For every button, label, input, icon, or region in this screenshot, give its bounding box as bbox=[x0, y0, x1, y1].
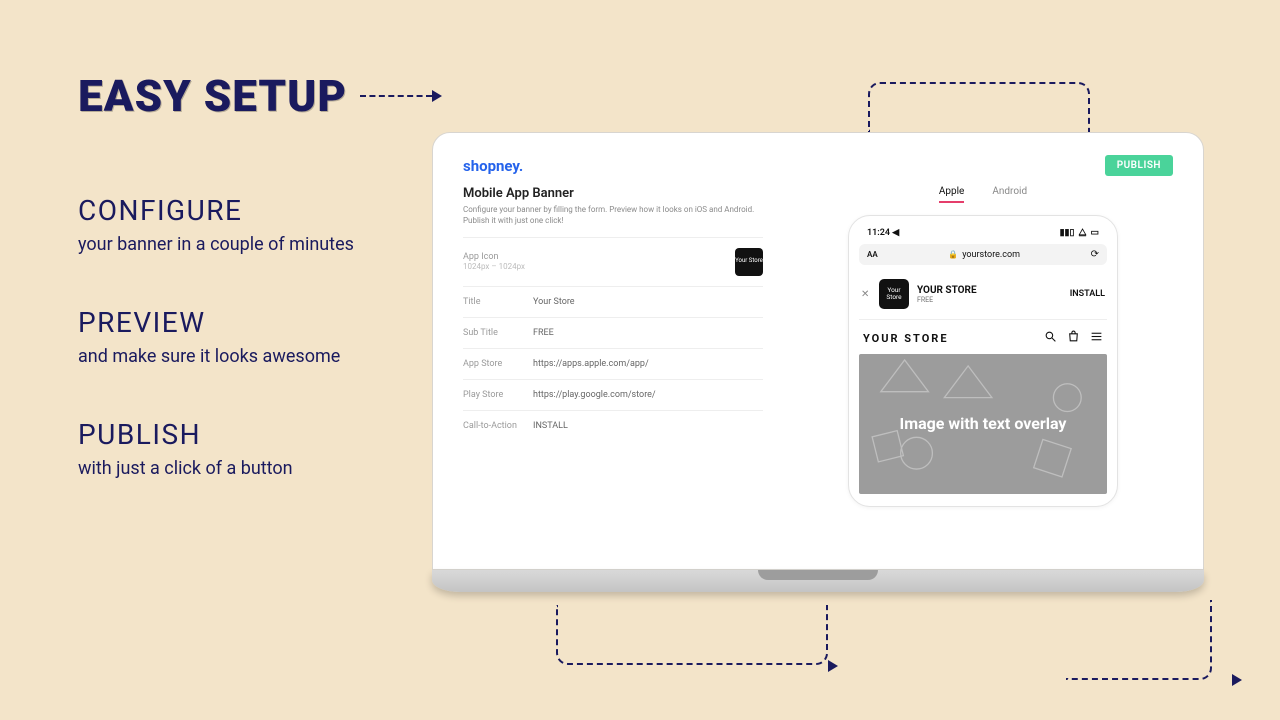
arrow-dash-top bbox=[360, 95, 432, 97]
arrow-dash-top-right bbox=[868, 82, 1090, 132]
step-publish-desc: with just a click of a button bbox=[78, 455, 388, 482]
menu-icon[interactable] bbox=[1090, 330, 1103, 346]
field-hint: 1024px – 1024px bbox=[463, 262, 533, 271]
app-icon-thumb[interactable]: Your Store bbox=[735, 248, 763, 276]
field-app-icon[interactable]: App Icon 1024px – 1024px Your Store bbox=[463, 237, 763, 286]
status-time: 11:24 ◀ bbox=[867, 228, 899, 238]
field-value[interactable]: FREE bbox=[533, 328, 763, 338]
field-label: Sub Title bbox=[463, 328, 533, 338]
text-size-icon[interactable]: AA bbox=[867, 250, 878, 259]
banner-title: YOUR STORE bbox=[917, 285, 1062, 296]
banner-app-icon: Your Store bbox=[879, 279, 909, 309]
lock-icon: 🔒 bbox=[948, 250, 958, 259]
brand-logo: shopney. bbox=[463, 157, 523, 175]
battery-icon: ▭ bbox=[1090, 228, 1099, 238]
field-value[interactable]: https://play.google.com/store/ bbox=[533, 390, 763, 400]
signal-icon: ▮▮▯ bbox=[1060, 228, 1075, 238]
config-panel: Mobile App Banner Configure your banner … bbox=[463, 186, 763, 556]
step-configure-title: CONFIGURE bbox=[78, 194, 388, 227]
arrow-tip-icon bbox=[432, 90, 442, 102]
arrow-dash-bottom-right bbox=[1066, 600, 1212, 680]
wifi-icon: ⧋ bbox=[1078, 228, 1086, 238]
phone-frame: 11:24 ◀ ▮▮▯ ⧋ ▭ AA 🔒 yourstore.com bbox=[848, 215, 1118, 507]
step-publish-title: PUBLISH bbox=[78, 418, 388, 451]
storefront-header: YOUR STORE bbox=[859, 330, 1107, 354]
field-value[interactable]: https://apps.apple.com/app/ bbox=[533, 359, 763, 369]
app-screen: shopney. PUBLISH Mobile App Banner Confi… bbox=[432, 132, 1204, 570]
field-label: App Icon bbox=[463, 252, 533, 262]
step-preview-title: PREVIEW bbox=[78, 306, 388, 339]
smart-app-banner: ✕ Your Store YOUR STORE FREE INSTALL bbox=[859, 273, 1107, 320]
field-subtitle[interactable]: Sub Title FREE bbox=[463, 317, 763, 348]
step-configure-desc: your banner in a couple of minutes bbox=[78, 231, 388, 258]
laptop-base bbox=[432, 570, 1204, 592]
preview-panel: Apple Android 11:24 ◀ ▮▮▯ ⧋ ▭ AA bbox=[793, 186, 1173, 556]
tab-apple[interactable]: Apple bbox=[939, 186, 965, 203]
arrow-tip-icon bbox=[1232, 674, 1242, 686]
field-cta[interactable]: Call-to-Action INSTALL bbox=[463, 410, 763, 441]
hero-image-text: Image with text overlay bbox=[884, 414, 1083, 435]
hero-image-placeholder: Image with text overlay bbox=[859, 354, 1107, 494]
url-text: yourstore.com bbox=[962, 250, 1020, 260]
field-label: Play Store bbox=[463, 390, 533, 400]
close-icon[interactable]: ✕ bbox=[861, 289, 871, 300]
banner-app-icon-label: Your Store bbox=[879, 287, 909, 301]
bag-icon[interactable] bbox=[1067, 330, 1080, 346]
config-hint: Configure your banner by filling the for… bbox=[463, 205, 763, 227]
field-playstore[interactable]: Play Store https://play.google.com/store… bbox=[463, 379, 763, 410]
phone-status-bar: 11:24 ◀ ▮▮▯ ⧋ ▭ bbox=[859, 226, 1107, 244]
laptop-notch bbox=[758, 570, 878, 580]
store-name: YOUR STORE bbox=[863, 332, 949, 345]
arrow-tip-icon bbox=[828, 660, 838, 672]
refresh-icon[interactable]: ⟳ bbox=[1091, 249, 1099, 260]
config-title: Mobile App Banner bbox=[463, 186, 763, 201]
app-icon-thumb-label: Your Store bbox=[735, 258, 763, 265]
field-label: Title bbox=[463, 297, 533, 307]
field-label: Call-to-Action bbox=[463, 421, 533, 431]
step-preview-desc: and make sure it looks awesome bbox=[78, 343, 388, 370]
laptop-frame: shopney. PUBLISH Mobile App Banner Confi… bbox=[432, 132, 1204, 592]
field-label: App Store bbox=[463, 359, 533, 369]
field-title[interactable]: Title Your Store bbox=[463, 286, 763, 317]
banner-subtitle: FREE bbox=[917, 296, 1062, 304]
arrow-dash-bottom-left bbox=[556, 605, 828, 665]
install-button[interactable]: INSTALL bbox=[1070, 289, 1105, 299]
search-icon[interactable] bbox=[1044, 330, 1057, 346]
phone-urlbar[interactable]: AA 🔒 yourstore.com ⟳ bbox=[859, 244, 1107, 265]
page-title: EASY SETUP bbox=[78, 70, 388, 122]
field-value[interactable]: INSTALL bbox=[533, 421, 763, 431]
tab-android[interactable]: Android bbox=[992, 186, 1027, 203]
field-value[interactable]: Your Store bbox=[533, 297, 763, 307]
field-appstore[interactable]: App Store https://apps.apple.com/app/ bbox=[463, 348, 763, 379]
publish-button[interactable]: PUBLISH bbox=[1105, 155, 1173, 176]
